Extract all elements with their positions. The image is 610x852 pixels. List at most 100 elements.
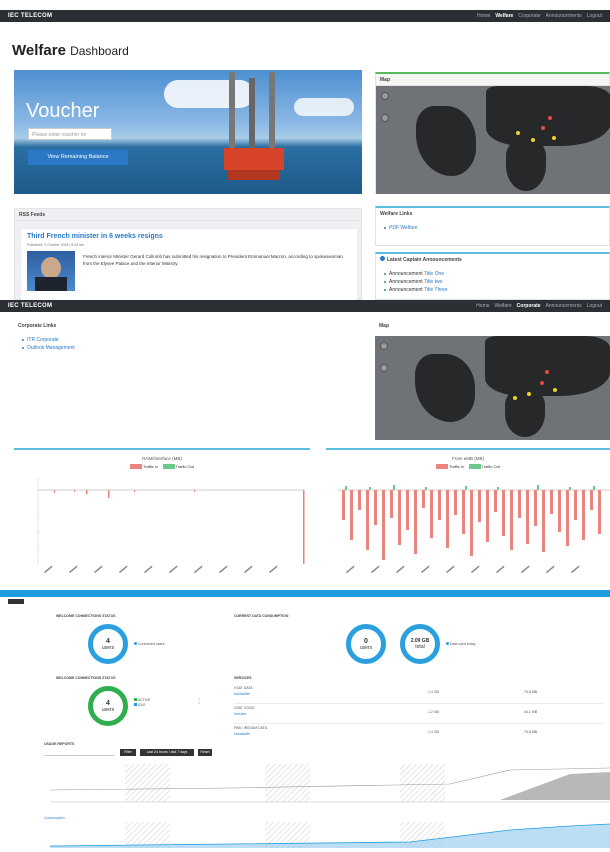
navbar: IEC TELECOM Home Welfare Corporate Annou… bbox=[0, 10, 610, 22]
announcement-item[interactable]: Announcement Title two bbox=[384, 279, 601, 285]
row-link[interactable]: bandwidth bbox=[234, 732, 250, 736]
nav-corporate[interactable]: Corporate bbox=[517, 303, 541, 309]
chart-legend: Traffic In Traffic Out bbox=[14, 464, 310, 470]
rss-item[interactable]: Third French minister in 6 weeks resigns… bbox=[21, 229, 357, 300]
services-table: VSAT DATA bandwidth 1.4 GB 76.8 MB VSAT … bbox=[234, 684, 604, 744]
link-pdf-welfare[interactable]: PDF Welfare bbox=[384, 225, 601, 231]
consumption-area-chart bbox=[49, 822, 610, 848]
chart-left: RAM/Interface (MB) Traffic In Traffic Ou… bbox=[14, 448, 310, 588]
rss-panel: RSS Feeds Third French minister in 6 wee… bbox=[14, 208, 362, 300]
rss-title: RSS Feeds bbox=[15, 209, 361, 221]
map-panel: Map bbox=[375, 320, 610, 440]
zoom-in-icon[interactable] bbox=[380, 342, 388, 350]
nav-home[interactable]: Home bbox=[477, 13, 490, 19]
link-outlook-management[interactable]: Outlook Management bbox=[22, 345, 354, 351]
corporate-links-panel: Corporate Links ITR Corporate Outlook Ma… bbox=[14, 320, 362, 438]
welfare-screenshot: IEC TELECOM Home Welfare Corporate Annou… bbox=[0, 10, 610, 300]
ring-legend: Connected users bbox=[134, 642, 164, 646]
welfare-links-title: Welfare Links bbox=[376, 208, 609, 220]
map-marker[interactable] bbox=[516, 131, 520, 135]
filter-button[interactable]: Filter bbox=[120, 749, 136, 756]
map-marker[interactable] bbox=[540, 381, 544, 385]
services-title: SERVICES bbox=[234, 676, 252, 680]
announcement-item[interactable]: Announcement Title Three bbox=[384, 287, 601, 293]
status-ring: 4 users bbox=[88, 686, 128, 726]
chart-left-plot bbox=[37, 478, 305, 574]
map-marker[interactable] bbox=[545, 370, 549, 374]
corporate-screenshot: IEC TELECOM Home Welfare Corporate Annou… bbox=[0, 300, 610, 590]
section-title: WELCOME CONNECTIONS STATUS bbox=[56, 614, 116, 618]
more-icon[interactable]: ⋮ bbox=[196, 698, 202, 705]
nav-logout[interactable]: Logout bbox=[587, 303, 602, 309]
nav-announcements[interactable]: Announcements bbox=[546, 13, 582, 19]
ring-legend: Data used today bbox=[446, 642, 475, 646]
zoom-in-icon[interactable] bbox=[381, 92, 389, 100]
info-icon bbox=[380, 256, 385, 261]
announcement-item[interactable]: Announcement Title One bbox=[384, 271, 601, 277]
announcements-title: Latest Captain Announcements bbox=[376, 254, 609, 266]
row-link[interactable]: bandwidth bbox=[234, 692, 250, 696]
nav-welfare[interactable]: Welfare bbox=[495, 303, 512, 309]
map-marker[interactable] bbox=[553, 388, 557, 392]
chart-legend: Traffic In Traffic Out bbox=[326, 464, 610, 470]
data-used-ring: 2.09 GB total bbox=[400, 624, 440, 664]
top-bar bbox=[0, 590, 610, 597]
row-link[interactable]: minutes bbox=[234, 712, 246, 716]
link-itr-corporate[interactable]: ITR Corporate bbox=[22, 337, 354, 343]
corporate-links-title: Corporate Links bbox=[14, 320, 362, 332]
voucher-input[interactable]: Please enter voucher no bbox=[28, 128, 112, 140]
nav-corporate[interactable]: Corporate bbox=[518, 13, 540, 19]
range-button[interactable]: Last 24 hours / last 7 days bbox=[140, 749, 194, 756]
ring-legend: ACTIVE IDLE bbox=[134, 698, 150, 708]
cloud bbox=[294, 98, 354, 116]
brand-logo[interactable]: IEC TELECOM bbox=[8, 13, 52, 19]
nav-announcements[interactable]: Announcements bbox=[546, 303, 582, 309]
chart-left-title: RAM/Interface (MB) bbox=[142, 456, 182, 461]
map-marker[interactable] bbox=[527, 392, 531, 396]
brand-logo[interactable]: IEC TELECOM bbox=[8, 303, 52, 309]
nav-logout[interactable]: Logout bbox=[587, 13, 602, 19]
page-title: Welfare Dashboard bbox=[12, 42, 129, 59]
map-marker[interactable] bbox=[513, 396, 517, 400]
table-row: VSAT DATA bandwidth 1.4 GB 76.8 MB bbox=[234, 684, 604, 704]
section-title: WELCOME CONNECTIONS STATUS bbox=[56, 676, 116, 680]
chart-legend: Consumption bbox=[44, 816, 65, 820]
connected-users-ring: 4 users bbox=[88, 624, 128, 664]
world-map[interactable] bbox=[375, 336, 610, 440]
map-title: Map bbox=[376, 74, 609, 86]
map-title: Map bbox=[375, 320, 610, 332]
chart-right-plot bbox=[338, 485, 610, 574]
navbar: IEC TELECOM Home Welfare Corporate Annou… bbox=[0, 300, 610, 312]
world-map[interactable] bbox=[376, 86, 610, 194]
rss-body: French interior Minister Gerard Collomb … bbox=[83, 254, 343, 266]
map-panel: Map bbox=[375, 72, 610, 194]
reset-button[interactable]: Reset bbox=[198, 749, 212, 756]
logo-badge bbox=[8, 599, 24, 604]
voucher-title: Voucher bbox=[26, 100, 100, 122]
nav-home[interactable]: Home bbox=[476, 303, 489, 309]
map-marker[interactable] bbox=[531, 138, 535, 142]
map-marker[interactable] bbox=[552, 136, 556, 140]
usage-line-chart bbox=[49, 764, 610, 803]
zoom-out-icon[interactable] bbox=[381, 114, 389, 122]
table-row: VSAT VOICE minutes 1.2 GB 44.1 MB bbox=[234, 704, 604, 724]
usage-reports-title: USAGE REPORTS bbox=[44, 742, 75, 746]
view-balance-button[interactable]: View Remaining Balance bbox=[28, 150, 128, 165]
section-title: CURRENT DATA CONSUMPTION bbox=[234, 614, 289, 618]
chart-right-title: From eMB (MB) bbox=[452, 456, 484, 461]
rss-thumbnail bbox=[27, 251, 75, 291]
chart-right: From eMB (MB) Traffic In Traffic Out bbox=[326, 448, 610, 588]
table-row: FBB / IRIDIUM DATA bandwidth 1.4 GB 76.8… bbox=[234, 726, 538, 736]
oil-rig bbox=[224, 70, 284, 194]
date-input[interactable] bbox=[44, 750, 114, 756]
map-marker[interactable] bbox=[548, 116, 552, 120]
current-users-ring: 0 users bbox=[346, 624, 386, 664]
welfare-links-panel: Welfare Links PDF Welfare bbox=[375, 206, 610, 246]
map-marker[interactable] bbox=[541, 126, 545, 130]
rss-byline: Published: 3 October 2018 | 8:43 am bbox=[27, 243, 84, 247]
voucher-banner: Voucher Please enter voucher no View Rem… bbox=[14, 70, 362, 194]
rss-headline[interactable]: Third French minister in 6 weeks resigns bbox=[27, 233, 163, 240]
nav-welfare[interactable]: Welfare bbox=[495, 13, 513, 19]
zoom-out-icon[interactable] bbox=[380, 364, 388, 372]
announcements-panel: Latest Captain Announcements Announcemen… bbox=[375, 252, 610, 300]
